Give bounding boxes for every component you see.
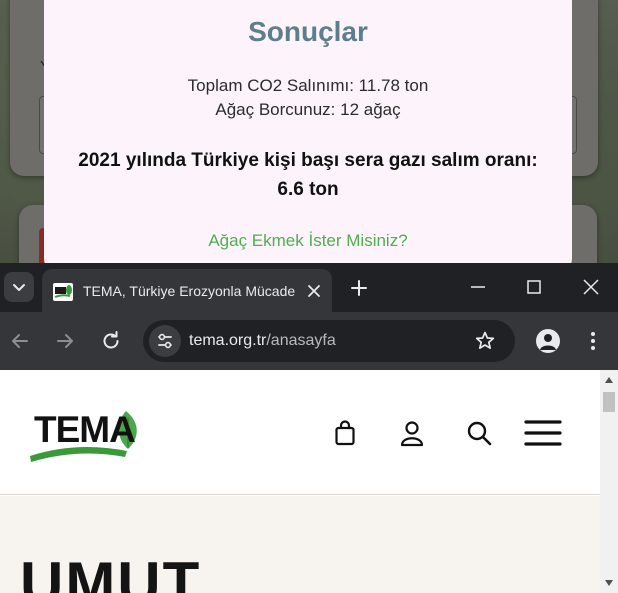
vertical-scrollbar[interactable]	[600, 370, 618, 593]
close-tab-icon[interactable]	[304, 281, 324, 301]
url-host: tema.org.tr	[189, 332, 267, 349]
website-viewport: TEMA UMUT	[0, 370, 600, 593]
back-arrow-icon[interactable]	[8, 329, 32, 353]
shopping-bag-icon[interactable]	[331, 419, 359, 447]
tema-logo[interactable]: TEMA	[28, 408, 152, 462]
results-modal: Sonuçlar Toplam CO2 Salınımı: 11.78 ton …	[44, 0, 572, 265]
emission-statistic-text: 2021 yılında Türkiye kişi başı sera gazı…	[78, 150, 538, 200]
hamburger-menu-icon[interactable]	[524, 419, 562, 447]
url-text[interactable]: tema.org.tr/anasayfa	[189, 332, 336, 350]
browser-toolbar: tema.org.tr/anasayfa	[0, 312, 618, 370]
profile-avatar-button[interactable]	[536, 329, 560, 353]
results-title: Sonuçlar	[248, 16, 368, 47]
address-bar[interactable]: tema.org.tr/anasayfa	[143, 320, 515, 362]
minimize-window-icon[interactable]	[466, 275, 490, 299]
kebab-menu-icon[interactable]	[583, 329, 603, 353]
browser-tab-strip: TEMA, Türkiye Erozyonla Mücadele	[0, 263, 618, 312]
active-browser-tab[interactable]: TEMA, Türkiye Erozyonla Mücadele	[42, 269, 332, 312]
user-icon[interactable]	[398, 419, 426, 447]
hero-section: UMUT	[0, 496, 600, 593]
person-icon	[540, 334, 556, 350]
forward-arrow-icon[interactable]	[53, 329, 77, 353]
close-window-icon[interactable]	[579, 275, 603, 299]
chevron-down-icon	[13, 284, 25, 291]
site-header: TEMA	[0, 370, 600, 495]
search-icon[interactable]	[465, 419, 493, 447]
tab-search-button[interactable]	[4, 272, 34, 302]
new-tab-icon[interactable]	[347, 276, 371, 300]
tema-favicon-icon	[53, 283, 73, 301]
tab-title: TEMA, Türkiye Erozyonla Mücadele	[83, 283, 295, 299]
logo-text: TEMA	[34, 409, 136, 450]
scroll-down-arrow-icon[interactable]	[604, 579, 614, 587]
tree-debt-text: Ağaç Borcunuz: 12 ağaç	[215, 100, 401, 119]
hero-title: UMUT	[20, 550, 202, 593]
tune-settings-icon	[158, 333, 172, 349]
scroll-up-arrow-icon[interactable]	[604, 376, 614, 384]
bookmark-star-icon[interactable]	[473, 329, 497, 353]
site-info-button[interactable]	[149, 325, 181, 357]
maximize-window-icon[interactable]	[522, 275, 546, 299]
reload-icon[interactable]	[99, 329, 123, 353]
scrollbar-thumb[interactable]	[603, 392, 615, 412]
background-calculator-page: Y Sonuçlar Toplam CO2 Salınımı: 11.78 to…	[0, 0, 618, 265]
url-path: /anasayfa	[266, 332, 336, 349]
total-co2-text: Toplam CO2 Salınımı: 11.78 ton	[187, 76, 429, 95]
plant-tree-link[interactable]: Ağaç Ekmek İster Misiniz?	[44, 231, 572, 251]
